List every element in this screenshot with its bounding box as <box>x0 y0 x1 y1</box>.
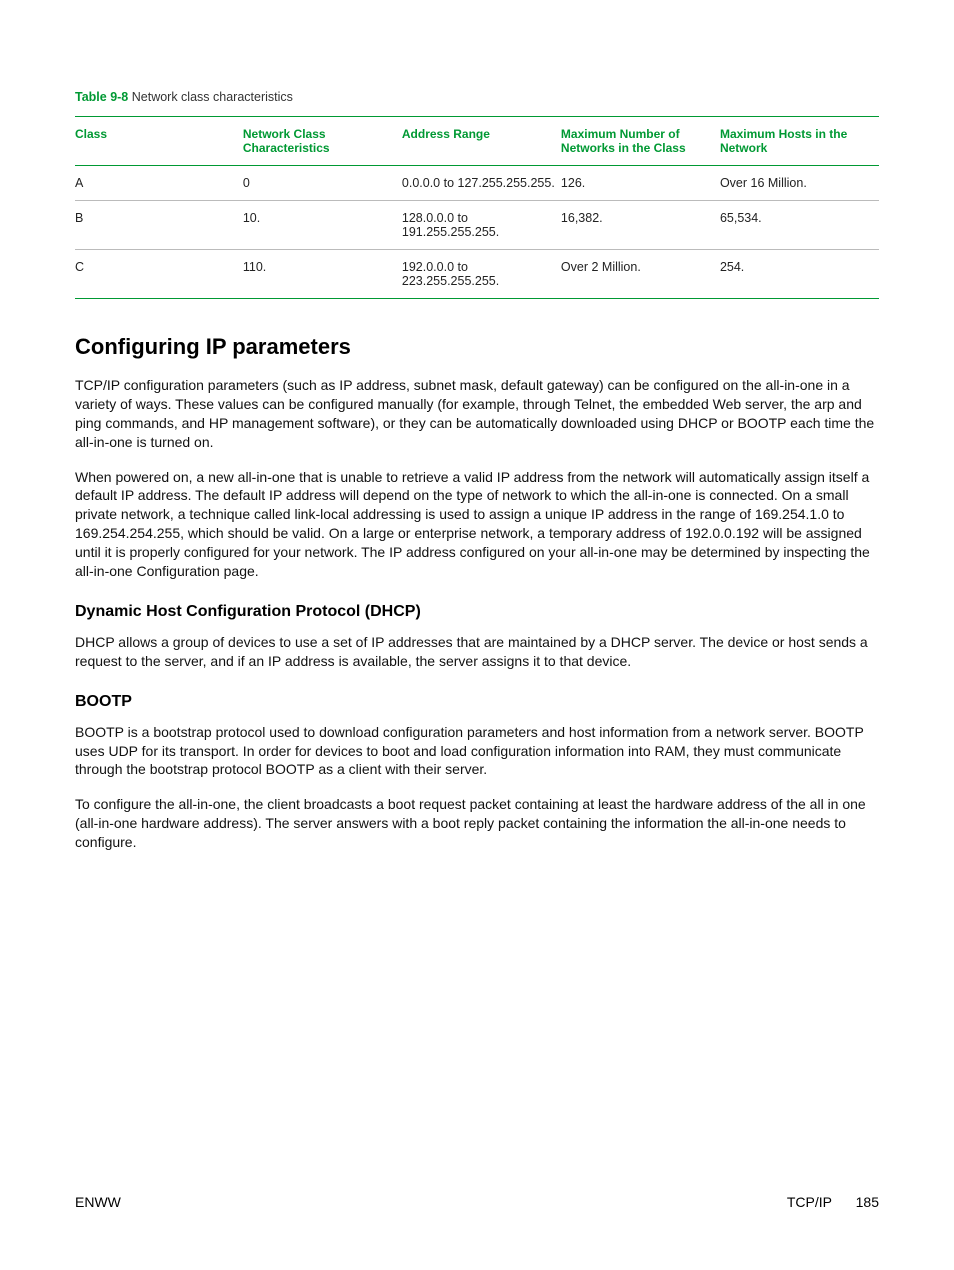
paragraph: When powered on, a new all-in-one that i… <box>75 468 879 581</box>
th-address-range: Address Range <box>402 117 561 166</box>
paragraph: DHCP allows a group of devices to use a … <box>75 633 879 671</box>
cell: Over 16 Million. <box>720 166 879 201</box>
cell: 0 <box>243 166 402 201</box>
table-title: Network class characteristics <box>128 90 293 104</box>
cell: 0.0.0.0 to 127.255.255.255. <box>402 166 561 201</box>
cell: 126. <box>561 166 720 201</box>
cell: C <box>75 250 243 299</box>
footer-page-number: 185 <box>856 1194 879 1210</box>
paragraph: TCP/IP configuration parameters (such as… <box>75 376 879 452</box>
cell: 192.0.0.0 to 223.255.255.255. <box>402 250 561 299</box>
cell: 65,534. <box>720 201 879 250</box>
cell: 16,382. <box>561 201 720 250</box>
table-row: C 110. 192.0.0.0 to 223.255.255.255. Ove… <box>75 250 879 299</box>
cell: A <box>75 166 243 201</box>
th-max-hosts: Maximum Hosts in the Network <box>720 117 879 166</box>
th-class: Class <box>75 117 243 166</box>
network-class-table: Class Network Class Characteristics Addr… <box>75 116 879 299</box>
cell: 128.0.0.0 to 191.255.255.255. <box>402 201 561 250</box>
cell: Over 2 Million. <box>561 250 720 299</box>
th-characteristics: Network Class Characteristics <box>243 117 402 166</box>
cell: B <box>75 201 243 250</box>
footer-right: TCP/IP 185 <box>787 1194 879 1210</box>
heading-bootp: BOOTP <box>75 693 879 711</box>
table-row: B 10. 128.0.0.0 to 191.255.255.255. 16,3… <box>75 201 879 250</box>
page-footer: ENWW TCP/IP 185 <box>75 1194 879 1210</box>
paragraph: To configure the all-in-one, the client … <box>75 795 879 852</box>
footer-left: ENWW <box>75 1194 121 1210</box>
table-row: A 0 0.0.0.0 to 127.255.255.255. 126. Ove… <box>75 166 879 201</box>
table-number: Table 9-8 <box>75 90 128 104</box>
paragraph: BOOTP is a bootstrap protocol used to do… <box>75 723 879 780</box>
table-caption: Table 9-8 Network class characteristics <box>75 90 879 104</box>
footer-section: TCP/IP <box>787 1194 832 1210</box>
table-header-row: Class Network Class Characteristics Addr… <box>75 117 879 166</box>
cell: 10. <box>243 201 402 250</box>
th-max-networks: Maximum Number of Networks in the Class <box>561 117 720 166</box>
cell: 254. <box>720 250 879 299</box>
cell: 110. <box>243 250 402 299</box>
heading-configuring-ip: Configuring IP parameters <box>75 334 879 360</box>
heading-dhcp: Dynamic Host Configuration Protocol (DHC… <box>75 603 879 621</box>
